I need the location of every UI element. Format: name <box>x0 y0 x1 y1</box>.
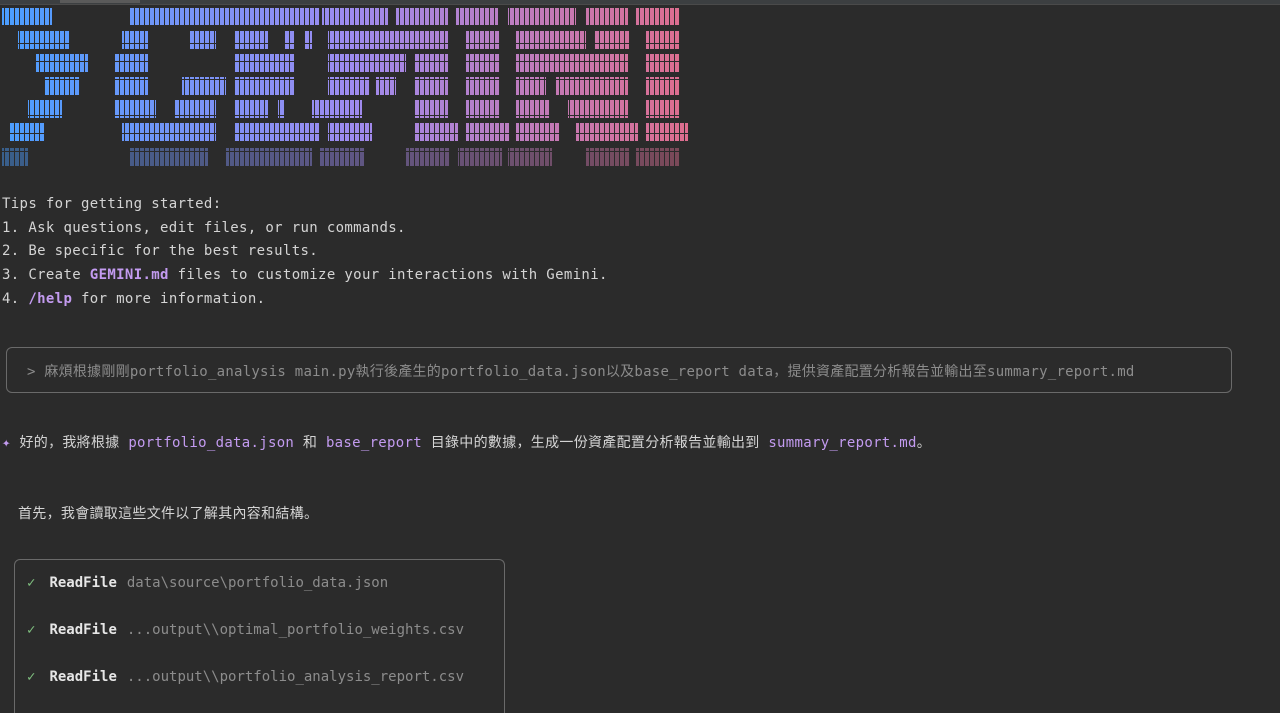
code-summary-report: summary_report.md <box>768 435 917 451</box>
prompt-marker: > <box>27 364 36 380</box>
active-tab-indicator <box>60 0 140 3</box>
tip-item-1: 1. Ask questions, edit files, or run com… <box>2 220 406 236</box>
tool-name: ReadFile <box>49 622 117 638</box>
prompt-text[interactable]: > 麻煩根據剛剛portfolio_analysis main.py執行後產生的… <box>27 361 1135 381</box>
tip-item-2: 2. Be specific for the best results. <box>2 243 319 259</box>
tool-call-row: ✓ ReadFile data\source\portfolio_data.json <box>27 575 388 591</box>
gemini-star-icon: ✦ <box>2 435 11 451</box>
tool-call-row: ✓ ReadFile ...output\\portfolio_analysis_r… <box>27 669 464 685</box>
code-base-report: base_report <box>325 435 422 451</box>
window-top-bar <box>0 0 1280 5</box>
check-icon: ✓ <box>27 622 36 638</box>
gemini-md-highlight: GEMINI.md <box>89 267 169 283</box>
tip-item-4: 4. /help for more information. <box>2 291 266 307</box>
help-command-highlight: /help <box>28 291 73 307</box>
tip-item-3: 3. Create GEMINI.md files to customize y… <box>2 267 608 283</box>
tool-calls-box: ✓ ReadFile data\source\portfolio_data.json… <box>14 559 505 713</box>
tool-arg: ...output\\optimal_portfolio_weights.csv <box>126 622 465 638</box>
tool-name: ReadFile <box>49 669 117 685</box>
tips-heading: Tips for getting started: <box>2 196 222 212</box>
check-icon: ✓ <box>27 669 36 685</box>
code-portfolio-data: portfolio_data.json <box>128 435 295 451</box>
tool-arg: data\source\portfolio_data.json <box>126 575 389 591</box>
tool-call-row: ✓ ReadFile ...output\\optimal_portfolio_we… <box>27 622 464 638</box>
assistant-reply: ✦ 好的，我將根據 portfolio_data.json 和 base_rep… <box>2 435 932 451</box>
check-icon: ✓ <box>27 575 36 591</box>
tool-arg: ...output\\portfolio_analysis_report.csv <box>126 669 465 685</box>
prompt-input-box[interactable]: > 麻煩根據剛剛portfolio_analysis main.py執行後產生的… <box>6 347 1232 393</box>
assistant-note: 首先，我會讀取這些文件以了解其內容和結構。 <box>18 506 319 522</box>
tool-name: ReadFile <box>49 575 117 591</box>
gemini-logo <box>0 8 700 168</box>
